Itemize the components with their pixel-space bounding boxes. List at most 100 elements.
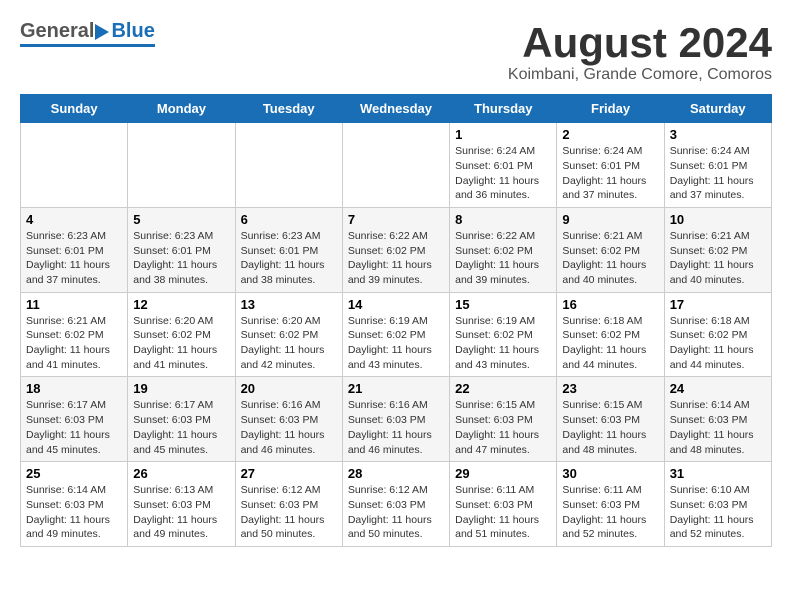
calendar-cell: 24 Sunrise: 6:14 AM Sunset: 6:03 PM Dayli… (664, 377, 771, 462)
day-number: 6 (241, 212, 337, 227)
day-number: 22 (455, 381, 551, 396)
calendar-cell: 27Sunrise: 6:12 AM Sunset: 6:03 PM Dayli… (235, 462, 342, 547)
calendar-cell: 9 Sunrise: 6:21 AM Sunset: 6:02 PM Daylig… (557, 207, 664, 292)
calendar-cell: 19 Sunrise: 6:17 AM Sunset: 6:03 PM Dayli… (128, 377, 235, 462)
day-info: Sunrise: 6:18 AM Sunset: 6:02 PM Dayligh… (670, 314, 766, 373)
day-info: Sunrise: 6:22 AM Sunset: 6:02 PM Dayligh… (348, 229, 444, 288)
day-info: Sunrise: 6:15 AM Sunset: 6:03 PM Dayligh… (562, 398, 658, 457)
calendar-cell: 28 Sunrise: 6:12 AM Sunset: 6:03 PM Dayli… (342, 462, 449, 547)
day-info: Sunrise: 6:17 AM Sunset: 6:03 PM Dayligh… (133, 398, 229, 457)
day-number: 28 (348, 466, 444, 481)
weekday-header-monday: Monday (128, 95, 235, 123)
day-number: 2 (562, 127, 658, 142)
weekday-header-friday: Friday (557, 95, 664, 123)
day-info: Sunrise: 6:23 AM Sunset: 6:01 PM Dayligh… (241, 229, 337, 288)
day-number: 4 (26, 212, 122, 227)
logo-blue-text: Blue (111, 20, 154, 43)
day-number: 23 (562, 381, 658, 396)
calendar-cell: 13Sunrise: 6:20 AM Sunset: 6:02 PM Dayli… (235, 292, 342, 377)
day-number: 17 (670, 297, 766, 312)
day-number: 9 (562, 212, 658, 227)
logo-brand: General Blue (20, 20, 155, 43)
day-number: 26 (133, 466, 229, 481)
calendar-cell: 21Sunrise: 6:16 AM Sunset: 6:03 PM Dayli… (342, 377, 449, 462)
calendar-cell: 20 Sunrise: 6:16 AM Sunset: 6:03 PM Dayli… (235, 377, 342, 462)
main-title: August 2024 (508, 20, 772, 66)
calendar-cell: 16 Sunrise: 6:18 AM Sunset: 6:02 PM Dayli… (557, 292, 664, 377)
day-info: Sunrise: 6:12 AM Sunset: 6:03 PM Dayligh… (241, 483, 337, 542)
calendar-cell (21, 123, 128, 208)
calendar-cell: 8 Sunrise: 6:22 AM Sunset: 6:02 PM Daylig… (450, 207, 557, 292)
day-number: 12 (133, 297, 229, 312)
day-number: 7 (348, 212, 444, 227)
calendar-cell: 30 Sunrise: 6:11 AM Sunset: 6:03 PM Dayli… (557, 462, 664, 547)
day-info: Sunrise: 6:14 AM Sunset: 6:03 PM Dayligh… (670, 398, 766, 457)
day-info: Sunrise: 6:21 AM Sunset: 6:02 PM Dayligh… (670, 229, 766, 288)
calendar-week-4: 18 Sunrise: 6:17 AM Sunset: 6:03 PM Dayli… (21, 377, 772, 462)
calendar-cell: 22Sunrise: 6:15 AM Sunset: 6:03 PM Dayli… (450, 377, 557, 462)
day-info: Sunrise: 6:14 AM Sunset: 6:03 PM Dayligh… (26, 483, 122, 542)
calendar-week-2: 4 Sunrise: 6:23 AM Sunset: 6:01 PM Daylig… (21, 207, 772, 292)
day-info: Sunrise: 6:20 AM Sunset: 6:02 PM Dayligh… (133, 314, 229, 373)
day-number: 29 (455, 466, 551, 481)
calendar-week-1: 1Sunrise: 6:24 AM Sunset: 6:01 PM Daylig… (21, 123, 772, 208)
day-number: 16 (562, 297, 658, 312)
calendar-cell (235, 123, 342, 208)
day-info: Sunrise: 6:22 AM Sunset: 6:02 PM Dayligh… (455, 229, 551, 288)
day-number: 1 (455, 127, 551, 142)
day-number: 31 (670, 466, 766, 481)
day-info: Sunrise: 6:17 AM Sunset: 6:03 PM Dayligh… (26, 398, 122, 457)
logo-general-text: General (20, 20, 94, 43)
calendar-cell: 29 Sunrise: 6:11 AM Sunset: 6:03 PM Dayli… (450, 462, 557, 547)
day-info: Sunrise: 6:18 AM Sunset: 6:02 PM Dayligh… (562, 314, 658, 373)
day-info: Sunrise: 6:16 AM Sunset: 6:03 PM Dayligh… (348, 398, 444, 457)
day-info: Sunrise: 6:19 AM Sunset: 6:02 PM Dayligh… (455, 314, 551, 373)
calendar-cell: 14Sunrise: 6:19 AM Sunset: 6:02 PM Dayli… (342, 292, 449, 377)
calendar-cell: 7 Sunrise: 6:22 AM Sunset: 6:02 PM Daylig… (342, 207, 449, 292)
calendar-cell: 26 Sunrise: 6:13 AM Sunset: 6:03 PM Dayli… (128, 462, 235, 547)
weekday-header-thursday: Thursday (450, 95, 557, 123)
logo: General Blue (20, 20, 155, 47)
day-info: Sunrise: 6:21 AM Sunset: 6:02 PM Dayligh… (562, 229, 658, 288)
title-area: August 2024 Koimbani, Grande Comore, Com… (508, 20, 772, 84)
logo-underline (20, 44, 155, 47)
calendar-cell: 2Sunrise: 6:24 AM Sunset: 6:01 PM Daylig… (557, 123, 664, 208)
calendar-cell: 25Sunrise: 6:14 AM Sunset: 6:03 PM Dayli… (21, 462, 128, 547)
day-number: 5 (133, 212, 229, 227)
calendar-cell (128, 123, 235, 208)
day-info: Sunrise: 6:11 AM Sunset: 6:03 PM Dayligh… (562, 483, 658, 542)
day-info: Sunrise: 6:21 AM Sunset: 6:02 PM Dayligh… (26, 314, 122, 373)
logo-arrow-icon (95, 24, 109, 40)
weekday-header-saturday: Saturday (664, 95, 771, 123)
day-number: 8 (455, 212, 551, 227)
calendar-cell: 17 Sunrise: 6:18 AM Sunset: 6:02 PM Dayli… (664, 292, 771, 377)
weekday-header-wednesday: Wednesday (342, 95, 449, 123)
calendar-cell: 31Sunrise: 6:10 AM Sunset: 6:03 PM Dayli… (664, 462, 771, 547)
day-info: Sunrise: 6:11 AM Sunset: 6:03 PM Dayligh… (455, 483, 551, 542)
day-number: 3 (670, 127, 766, 142)
calendar-cell: 6 Sunrise: 6:23 AM Sunset: 6:01 PM Daylig… (235, 207, 342, 292)
day-number: 11 (26, 297, 122, 312)
calendar-week-3: 11 Sunrise: 6:21 AM Sunset: 6:02 PM Dayli… (21, 292, 772, 377)
calendar-table: SundayMondayTuesdayWednesdayThursdayFrid… (20, 94, 772, 547)
calendar-cell: 11 Sunrise: 6:21 AM Sunset: 6:02 PM Dayli… (21, 292, 128, 377)
calendar-cell: 4Sunrise: 6:23 AM Sunset: 6:01 PM Daylig… (21, 207, 128, 292)
day-info: Sunrise: 6:13 AM Sunset: 6:03 PM Dayligh… (133, 483, 229, 542)
day-info: Sunrise: 6:16 AM Sunset: 6:03 PM Dayligh… (241, 398, 337, 457)
day-number: 15 (455, 297, 551, 312)
day-number: 10 (670, 212, 766, 227)
day-number: 30 (562, 466, 658, 481)
day-info: Sunrise: 6:23 AM Sunset: 6:01 PM Dayligh… (133, 229, 229, 288)
logo-text-group: General Blue (20, 20, 155, 47)
day-number: 24 (670, 381, 766, 396)
day-number: 14 (348, 297, 444, 312)
calendar-cell: 3Sunrise: 6:24 AM Sunset: 6:01 PM Daylig… (664, 123, 771, 208)
day-number: 18 (26, 381, 122, 396)
day-number: 19 (133, 381, 229, 396)
calendar-cell: 18 Sunrise: 6:17 AM Sunset: 6:03 PM Dayli… (21, 377, 128, 462)
weekday-header-sunday: Sunday (21, 95, 128, 123)
day-info: Sunrise: 6:12 AM Sunset: 6:03 PM Dayligh… (348, 483, 444, 542)
day-number: 20 (241, 381, 337, 396)
weekday-header-row: SundayMondayTuesdayWednesdayThursdayFrid… (21, 95, 772, 123)
calendar-cell: 23 Sunrise: 6:15 AM Sunset: 6:03 PM Dayli… (557, 377, 664, 462)
